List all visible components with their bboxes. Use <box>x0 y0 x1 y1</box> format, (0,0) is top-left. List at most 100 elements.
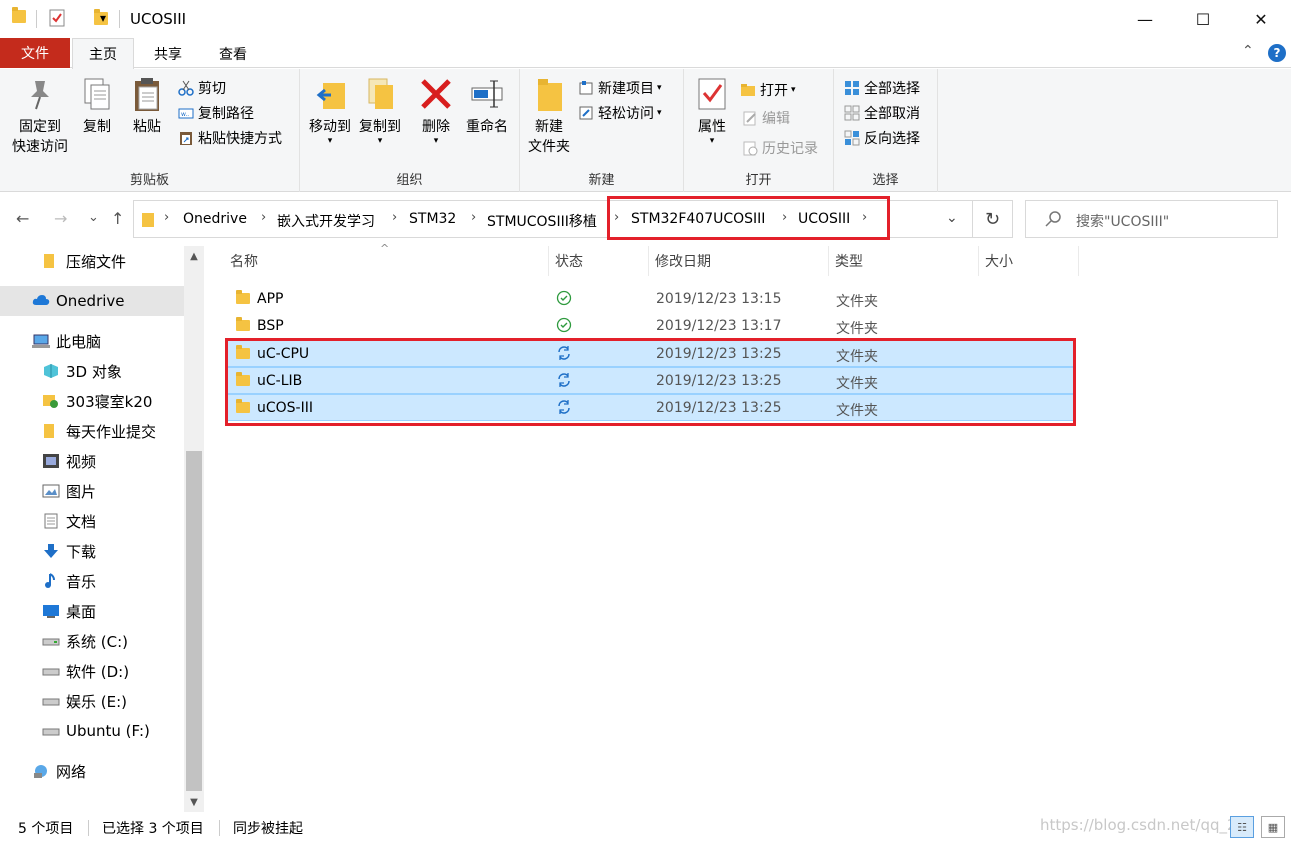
sidebar-item-pictures[interactable]: 图片 <box>0 476 184 506</box>
forward-button[interactable]: → <box>54 209 67 228</box>
drive-icon <box>42 693 60 709</box>
search-box[interactable]: 搜索"UCOSIII" <box>1025 200 1278 238</box>
folder-icon <box>236 372 250 386</box>
svg-text:w..: w.. <box>181 111 189 118</box>
minimize-button[interactable]: — <box>1116 0 1174 38</box>
close-button[interactable]: ✕ <box>1232 0 1290 38</box>
up-button[interactable]: ↑ <box>111 209 124 228</box>
sidebar-item-network[interactable]: 网络 <box>0 756 184 786</box>
invert-selection-label: 反向选择 <box>864 131 920 147</box>
tab-file[interactable]: 文件 <box>0 38 70 68</box>
tab-home[interactable]: 主页 <box>72 38 134 69</box>
sidebar-item-documents[interactable]: 文档 <box>0 506 184 536</box>
select-none-button[interactable]: 全部取消 <box>844 102 920 124</box>
status-bar: 5 个项目 已选择 3 个项目 同步被挂起 https://blog.csdn.… <box>0 812 1291 842</box>
sidebar-item-videos[interactable]: 视频 <box>0 446 184 476</box>
sidebar-item-drive-d[interactable]: 软件 (D:) <box>0 656 184 686</box>
sidebar-item-label: 303寝室k20 <box>66 392 153 411</box>
scroll-up-icon[interactable]: ▲ <box>184 246 204 266</box>
copy-to-button[interactable]: 复制到 ▾ <box>356 75 404 146</box>
column-header-name[interactable]: 名称 <box>224 246 549 276</box>
breadcrumb-stm32f407[interactable]: STM32F407UCOSIII <box>631 211 765 227</box>
invert-selection-button[interactable]: 反向选择 <box>844 127 920 149</box>
sidebar-item-3d-objects[interactable]: 3D 对象 <box>0 356 184 386</box>
history-button[interactable]: 历史记录 <box>742 137 818 159</box>
breadcrumb-expand-icon[interactable]: › <box>862 210 867 225</box>
tab-share[interactable]: 共享 <box>140 38 196 69</box>
refresh-button[interactable]: ↻ <box>973 200 1013 238</box>
tab-view[interactable]: 查看 <box>204 38 262 69</box>
breadcrumb-stm32[interactable]: STM32 <box>409 211 456 227</box>
sidebar-item-downloads[interactable]: 下载 <box>0 536 184 566</box>
paste-shortcut-button[interactable]: 粘贴快捷方式 <box>178 127 282 149</box>
table-row[interactable]: uC-LIB 2019/12/23 13:25 文件夹 <box>228 367 1076 394</box>
column-header-size[interactable]: 大小 <box>979 246 1079 276</box>
sidebar-item-label: 桌面 <box>66 602 97 621</box>
properties-check-icon[interactable] <box>49 9 65 31</box>
new-item-label: 新建项目 <box>598 81 654 97</box>
synced-check-icon <box>556 290 572 310</box>
pin-quick-access-button[interactable]: 固定到 快速访问 <box>6 75 74 157</box>
pin-icon <box>23 75 57 113</box>
new-item-button[interactable]: 新建项目 ▾ <box>578 77 662 99</box>
recent-locations-button[interactable]: ⌄ <box>88 210 99 225</box>
rename-button[interactable]: 重命名 <box>462 75 512 137</box>
edit-button[interactable]: 编辑 <box>742 107 790 129</box>
help-icon[interactable]: ? <box>1268 44 1286 62</box>
sidebar-item-303[interactable]: 303寝室k20 <box>0 386 184 416</box>
column-header-status[interactable]: 状态 <box>549 246 649 276</box>
new-folder-button[interactable]: 新建 文件夹 <box>524 75 574 157</box>
sidebar-item-this-pc[interactable]: 此电脑 <box>0 326 184 356</box>
move-to-button[interactable]: 移动到 ▾ <box>306 75 354 146</box>
breadcrumb-embedded[interactable]: 嵌入式开发学习 <box>277 211 375 231</box>
breadcrumb-ucosiii[interactable]: UCOSIII <box>798 211 850 227</box>
move-to-dropdown-icon: ▾ <box>327 136 333 146</box>
breadcrumb-stmucosiii[interactable]: STMUCOSIII移植 <box>487 211 597 231</box>
copy-button[interactable]: 复制 <box>76 75 118 137</box>
table-row[interactable]: BSP 2019/12/23 13:17 文件夹 <box>228 313 1076 340</box>
large-icons-view-icon[interactable]: ▦ <box>1261 816 1285 838</box>
sidebar-scrollbar[interactable]: ▲ ▼ <box>184 246 204 812</box>
new-item-dropdown-icon: ▾ <box>657 83 662 93</box>
sidebar-item-compressed[interactable]: 压缩文件 <box>0 246 184 276</box>
open-button[interactable]: 打开 ▾ <box>740 79 796 101</box>
back-button[interactable]: ← <box>16 209 29 228</box>
details-view-icon[interactable]: ☷ <box>1230 816 1254 838</box>
sidebar-item-drive-c[interactable]: 系统 (C:) <box>0 626 184 656</box>
properties-button[interactable]: 属性 ▾ <box>692 75 732 146</box>
qat-dropdown-icon[interactable]: ▾ <box>100 11 106 25</box>
sidebar-item-onedrive[interactable]: Onedrive <box>0 286 184 316</box>
search-input[interactable]: 搜索"UCOSIII" <box>1076 211 1169 231</box>
music-icon <box>42 573 60 589</box>
easy-access-button[interactable]: 轻松访问 ▾ <box>578 102 662 124</box>
column-header-type[interactable]: 类型 <box>829 246 979 276</box>
table-row[interactable]: uC-CPU 2019/12/23 13:25 文件夹 <box>228 340 1076 367</box>
delete-button[interactable]: 删除 ▾ <box>416 75 456 146</box>
select-all-button[interactable]: 全部选择 <box>844 77 920 99</box>
file-name: APP <box>257 291 284 307</box>
address-dropdown-icon[interactable]: ⌄ <box>946 210 958 226</box>
file-type: 文件夹 <box>836 321 878 337</box>
breadcrumb-onedrive[interactable]: Onedrive <box>183 211 247 227</box>
address-bar[interactable]: › Onedrive › 嵌入式开发学习 › STM32 › STMUCOSII… <box>133 200 973 238</box>
scrollbar-thumb[interactable] <box>186 451 202 791</box>
sidebar-item-music[interactable]: 音乐 <box>0 566 184 596</box>
open-group: 属性 ▾ 打开 ▾ 编辑 历史记录 打开 <box>684 69 834 192</box>
cut-button[interactable]: 剪切 <box>178 77 226 99</box>
drive-icon <box>42 723 60 739</box>
sidebar-item-label: 每天作业提交 <box>66 422 157 441</box>
sidebar-item-drive-e[interactable]: 娱乐 (E:) <box>0 686 184 716</box>
collapse-ribbon-icon[interactable]: ⌃ <box>1242 43 1254 59</box>
open-group-label: 打开 <box>745 173 772 188</box>
sidebar-item-desktop[interactable]: 桌面 <box>0 596 184 626</box>
sidebar-item-drive-f[interactable]: Ubuntu (F:) <box>0 716 184 746</box>
new-folder-icon <box>532 75 566 113</box>
column-header-modified[interactable]: 修改日期 <box>649 246 829 276</box>
paste-button[interactable]: 粘贴 <box>124 75 170 137</box>
maximize-button[interactable]: ☐ <box>1174 0 1232 38</box>
scroll-down-icon[interactable]: ▼ <box>184 792 204 812</box>
copy-path-button[interactable]: w.. 复制路径 <box>178 102 254 124</box>
table-row[interactable]: APP 2019/12/23 13:15 文件夹 <box>228 286 1076 313</box>
sidebar-item-homework[interactable]: 每天作业提交 <box>0 416 184 446</box>
table-row[interactable]: uCOS-III 2019/12/23 13:25 文件夹 <box>228 394 1076 421</box>
